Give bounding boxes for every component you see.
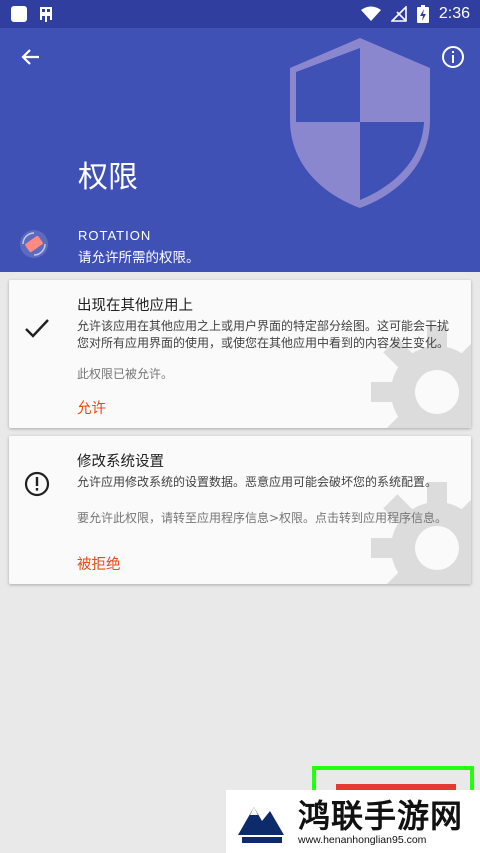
header: 权限 ROTATION 请允许所需的权限。 — [0, 28, 480, 272]
info-icon — [442, 46, 464, 68]
page-title: 权限 — [78, 160, 138, 195]
no-signal-icon — [390, 6, 407, 22]
notification-square-icon — [11, 6, 27, 22]
back-button[interactable] — [16, 42, 46, 72]
watermark-title: 鸿联手游网 — [298, 796, 464, 835]
arrow-back-icon — [21, 49, 39, 65]
shield-icon — [290, 38, 430, 208]
card-description: 允许应用修改系统的设置数据。恶意应用可能会破坏您的系统配置。 — [77, 475, 438, 489]
check-icon — [25, 319, 49, 338]
permission-card-overlay[interactable]: 出现在其他应用上 允许该应用在其他应用之上或用户界面的特定部分绘图。这可能会干扰… — [9, 280, 471, 428]
card-title: 出现在其他应用上 — [77, 298, 193, 314]
info-button[interactable] — [438, 42, 468, 72]
card-note: 要允许此权限，请转至应用程序信息>权限。点击转到应用程序信息。 — [77, 511, 448, 525]
watermark-url: www.henanhonglian95.com — [298, 833, 427, 846]
app-rotation-icon — [20, 230, 48, 258]
bug-icon — [40, 7, 52, 22]
watermark-logo-icon — [234, 794, 288, 849]
header-subtitle: 请允许所需的权限。 — [78, 250, 200, 266]
battery-charging-icon — [416, 5, 429, 23]
alert-circle-icon — [24, 471, 50, 497]
card-title: 修改系统设置 — [77, 454, 164, 470]
status-bar: 2:36 — [0, 0, 480, 28]
wifi-icon — [360, 6, 381, 21]
denied-status-button[interactable]: 被拒绝 — [77, 553, 121, 574]
allow-status-button[interactable]: 允许 — [77, 397, 106, 418]
status-time: 2:36 — [438, 5, 470, 22]
gear-icon — [371, 482, 471, 584]
card-note: 此权限已被允许。 — [77, 367, 174, 381]
permission-card-system-settings[interactable]: 修改系统设置 允许应用修改系统的设置数据。恶意应用可能会破坏您的系统配置。 要允… — [9, 436, 471, 584]
card-description: 允许该应用在其他应用之上或用户界面的特定部分绘图。这可能会干扰您对所有应用界面的… — [77, 319, 450, 350]
watermark-banner: 鸿联手游网 www.henanhonglian95.com — [226, 790, 480, 853]
app-name: ROTATION — [78, 228, 152, 243]
